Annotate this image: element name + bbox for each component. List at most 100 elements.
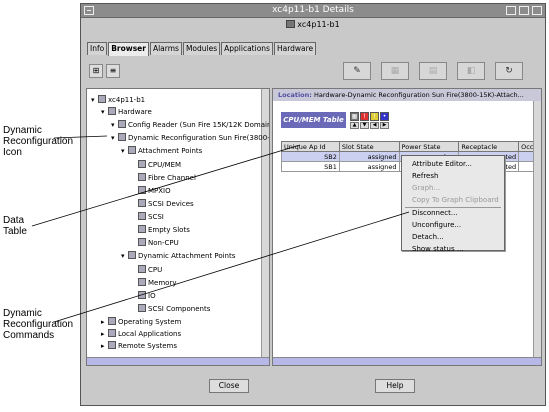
location-label: Location: <box>278 91 312 99</box>
table-cell[interactable]: assigned <box>338 151 400 162</box>
maximize-icon[interactable] <box>519 6 529 15</box>
content-horizontal-scrollbar[interactable] <box>273 357 541 365</box>
expand-toggle-icon[interactable]: ▾ <box>111 133 118 144</box>
column-header[interactable]: Slot State <box>338 141 400 152</box>
grid-icon[interactable]: ▦ <box>350 112 359 121</box>
tree-item[interactable]: SCSI Components <box>131 304 210 315</box>
expand-toggle-icon[interactable]: ▾ <box>91 95 98 106</box>
help-button[interactable]: Help <box>375 379 415 393</box>
expand-toggle-icon[interactable]: ▾ <box>111 120 118 131</box>
expand-toggle-icon[interactable]: ▾ <box>101 107 108 118</box>
context-menu-item[interactable]: Graph... <box>412 184 440 192</box>
expand-toggle-icon[interactable]: ▾ <box>121 251 128 262</box>
context-menu-item[interactable]: Copy To Graph Clipboard <box>412 196 499 204</box>
scsi-icon <box>138 304 146 312</box>
tree-view-icon[interactable]: ⊞ <box>89 64 103 78</box>
tree-item[interactable]: Fibre Channel <box>131 173 196 184</box>
tree-item-label: SCSI <box>148 213 164 221</box>
tree-item[interactable]: Empty Slots <box>131 225 190 236</box>
tab-info[interactable]: Info <box>87 42 108 55</box>
context-menu-item[interactable]: Unconfigure... <box>412 221 461 229</box>
reader-icon <box>118 120 126 128</box>
tree-item[interactable]: ▸ Remote Systems <box>101 341 177 352</box>
remote-icon <box>108 341 116 349</box>
context-menu-item[interactable]: Disconnect... <box>412 209 458 217</box>
tab-hardware[interactable]: Hardware <box>273 42 317 55</box>
tree-item[interactable]: ▾ Config Reader (Sun Fire 15K/12K Domain) <box>111 120 269 131</box>
tree-item-label: Hardware <box>118 108 152 116</box>
right-toolbar: ✎ ▦ ▤ ◧ ↻ <box>343 62 523 80</box>
expand-toggle-icon[interactable]: ▾ <box>121 146 128 157</box>
board-icon <box>138 186 146 194</box>
table-cell[interactable]: SB2 <box>281 151 340 162</box>
board-icon <box>138 199 146 207</box>
tree-item[interactable]: ▾ Attachment Points <box>121 146 202 157</box>
column-header[interactable]: Unique Ap Id <box>281 141 340 152</box>
tree-item-label: Attachment Points <box>138 147 203 155</box>
table-cell[interactable]: SB1 <box>281 161 340 172</box>
context-menu-item[interactable]: Detach... <box>412 233 444 241</box>
alarm-critical-icon[interactable]: ! <box>360 112 369 121</box>
context-menu-item[interactable]: Attribute Editor... <box>412 160 472 168</box>
tree-item[interactable]: ▸ Local Applications <box>101 329 181 340</box>
expand-toggle-icon[interactable]: ▸ <box>101 341 108 352</box>
tree-item-label: Local Applications <box>118 330 182 338</box>
expand-toggle-icon[interactable]: ▸ <box>101 329 108 340</box>
tree-item[interactable]: MPXIO <box>131 186 171 197</box>
board-icon <box>138 238 146 246</box>
context-menu-item[interactable]: Refresh <box>412 172 438 180</box>
tab-applications[interactable]: Applications <box>221 42 273 55</box>
refresh-icon[interactable]: ↻ <box>495 62 523 80</box>
tree-item[interactable]: ▾ Hardware <box>101 107 152 118</box>
close-window-icon[interactable] <box>532 6 542 15</box>
tree-item-label: Fibre Channel <box>148 174 196 182</box>
tree-horizontal-scrollbar[interactable] <box>87 357 269 365</box>
minimize-icon[interactable] <box>506 6 516 15</box>
arrow-right-icon[interactable]: ▶ <box>380 122 389 129</box>
arrow-down-icon[interactable]: ▼ <box>360 122 369 129</box>
edit-icon[interactable]: ✎ <box>343 62 371 80</box>
tree-item[interactable]: CPU/MEM <box>131 160 181 171</box>
tab-modules[interactable]: Modules <box>182 42 221 55</box>
tree-item[interactable]: ▸ Operating System <box>101 317 181 328</box>
folder-icon <box>128 146 136 154</box>
tab-browser[interactable]: Browser <box>108 42 149 56</box>
tab-alarms[interactable]: Alarms <box>149 42 182 55</box>
title-bar: xc4p11-b1 Details <box>81 4 545 18</box>
tree-item-label: Non-CPU <box>148 239 179 247</box>
tree-item[interactable]: CPU <box>131 265 162 276</box>
tree-item[interactable]: ▾ xc4p11-b1 <box>91 95 145 106</box>
table-cell[interactable]: assigned <box>338 161 400 172</box>
context-menu-item[interactable]: Show status ... <box>412 245 464 253</box>
folder-icon <box>128 251 136 259</box>
tree-item[interactable]: ▾ Dynamic Reconfiguration Sun Fire(3800-1… <box>111 133 269 144</box>
tree-item[interactable]: SCSI Devices <box>131 199 194 210</box>
alarm-info-icon[interactable]: • <box>380 112 389 121</box>
tree-item[interactable]: Non-CPU <box>131 238 179 249</box>
arrow-up-icon[interactable]: ▲ <box>350 122 359 129</box>
column-header[interactable]: Receptacle <box>458 141 520 152</box>
tree-item[interactable]: ▾ Dynamic Attachment Points <box>121 251 235 262</box>
alarm-warning-icon[interactable]: ! <box>370 112 379 121</box>
table-icon[interactable]: ▦ <box>381 62 409 80</box>
dr-icon <box>118 133 126 141</box>
column-header[interactable]: Power State <box>398 141 460 152</box>
tree-item-label: CPU/MEM <box>148 161 182 169</box>
tree-item-label: Dynamic Attachment Points <box>138 252 236 260</box>
context-menu: Attribute Editor... Refresh Graph... Copy T… <box>401 155 505 253</box>
tree-item[interactable]: IO <box>131 291 156 302</box>
left-toolbar: ⊞ ≡ <box>89 64 120 78</box>
graph-icon[interactable]: ▤ <box>419 62 447 80</box>
list-view-icon[interactable]: ≡ <box>106 64 120 78</box>
arrow-left-icon[interactable]: ◀ <box>370 122 379 129</box>
folder-icon <box>108 107 116 115</box>
probe-icon[interactable]: ◧ <box>457 62 485 80</box>
table-title: CPU/MEM Table <box>281 112 346 128</box>
content-vertical-scrollbar[interactable] <box>533 101 541 357</box>
expand-toggle-icon[interactable]: ▸ <box>101 317 108 328</box>
board-icon <box>138 173 146 181</box>
tree-item[interactable]: Memory <box>131 278 176 289</box>
table-status-icons: ▦ ! ! • <box>350 112 389 121</box>
tree-item[interactable]: SCSI <box>131 212 164 223</box>
close-button[interactable]: Close <box>209 379 249 393</box>
